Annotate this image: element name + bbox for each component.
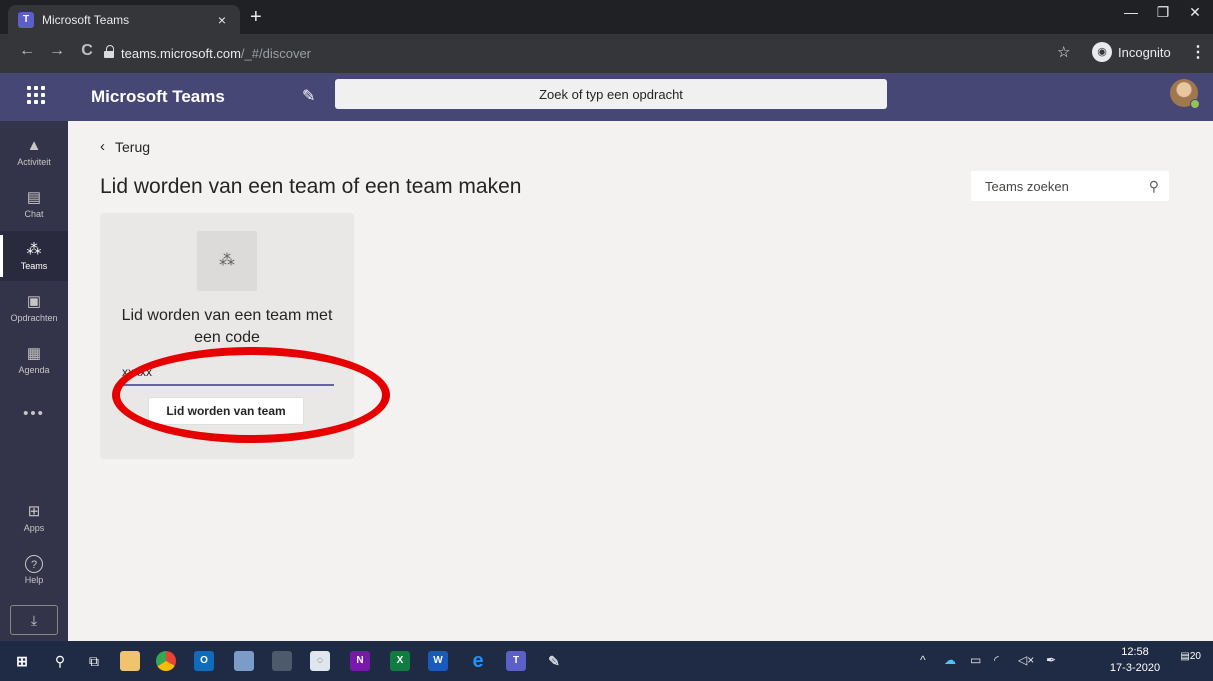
excel-icon[interactable]: X <box>390 651 410 671</box>
url-path: /_#/discover <box>240 45 312 61</box>
minimize-icon[interactable]: — <box>1116 4 1146 20</box>
windows-taskbar: ⊞ ⚲ ⧉ O ◌ N X W e T ✎ ^ ☁ ▭ ◜ ◁× ✒ 12:58… <box>0 641 1213 681</box>
browser-tab-strip: T Microsoft Teams × + — ❐ ✕ <box>0 0 1213 34</box>
notification-count: 20 <box>1189 651 1201 662</box>
calendar-app-icon[interactable] <box>234 651 254 671</box>
new-chat-icon[interactable]: ✎ <box>302 86 315 106</box>
rail-item-activity[interactable]: ▲ Activiteit <box>0 127 68 177</box>
avatar[interactable] <box>1170 79 1200 109</box>
incognito-indicator[interactable]: ◉ Incognito <box>1092 42 1171 62</box>
edge-icon[interactable]: e <box>468 651 488 671</box>
more-apps-icon[interactable]: ••• <box>0 405 68 422</box>
chrome-icon[interactable] <box>156 651 176 671</box>
volume-muted-icon[interactable]: ◁× <box>1018 653 1034 667</box>
teams-search-placeholder: Teams zoeken <box>985 178 1069 194</box>
clock-date: 17-3-2020 <box>1109 662 1161 674</box>
paint-icon[interactable]: ✎ <box>544 651 564 671</box>
back-arrow-icon[interactable]: ← <box>16 42 38 60</box>
rail-item-help[interactable]: ? Help <box>0 545 68 595</box>
presence-available-icon <box>1190 99 1200 109</box>
card-heading: Lid worden van een team met een code <box>121 307 333 346</box>
join-with-code-card: ⁂ Lid worden van een team met een code L… <box>100 213 390 459</box>
teams-header: Microsoft Teams ✎ Zoek of typ een opdrac… <box>0 73 1213 121</box>
teams-search-input[interactable]: Teams zoeken ⚲ <box>971 171 1169 201</box>
url-host: teams.microsoft.com <box>121 45 241 61</box>
rail-item-chat[interactable]: ▤ Chat <box>0 179 68 229</box>
onedrive-icon[interactable]: ☁ <box>944 653 956 667</box>
incognito-label: Incognito <box>1118 44 1171 60</box>
rail-item-label: Agenda <box>18 365 50 375</box>
taskbar-clock[interactable]: 12:58 17-3-2020 <box>1107 644 1163 676</box>
app-icon[interactable] <box>272 651 292 671</box>
bookmark-star-icon[interactable]: ☆ <box>1057 43 1070 61</box>
search-icon[interactable]: ⚲ <box>50 651 70 671</box>
assignments-icon: ▣ <box>26 293 42 310</box>
back-link[interactable]: ‹ Terug <box>100 138 150 155</box>
outlook-icon[interactable]: O <box>194 651 214 671</box>
teams-favicon-icon: T <box>18 11 34 28</box>
teams-taskbar-icon[interactable]: T <box>506 651 526 671</box>
search-icon[interactable]: ⚲ <box>1149 178 1159 195</box>
rail-item-label: Activiteit <box>17 157 51 167</box>
rail-item-apps[interactable]: ⊞ Apps <box>0 493 68 543</box>
join-team-button[interactable]: Lid worden van team <box>148 397 304 425</box>
help-icon: ? <box>25 555 43 573</box>
tab-title: Microsoft Teams <box>42 12 130 27</box>
teams-icon: ⁂ <box>26 241 42 258</box>
chat-icon: ▤ <box>26 189 42 206</box>
windows-start-icon[interactable]: ⊞ <box>12 651 32 671</box>
rail-item-label: Teams <box>20 261 48 271</box>
bell-icon: ▲ <box>26 137 42 154</box>
address-bar[interactable]: teams.microsoft.com /_#/discover <box>104 39 1054 67</box>
close-window-icon[interactable]: ✕ <box>1180 4 1210 21</box>
restore-icon[interactable]: ❐ <box>1148 4 1178 21</box>
battery-icon[interactable]: ▭ <box>970 653 981 667</box>
app-launcher-icon[interactable] <box>27 86 45 104</box>
chevron-left-icon: ‹ <box>100 138 105 155</box>
main-content: ‹ Terug Lid worden van een team of een t… <box>68 121 1213 641</box>
rail-item-label: Chat <box>24 209 44 219</box>
forward-arrow-icon[interactable]: → <box>46 42 68 60</box>
browser-menu-icon[interactable]: ⋮ <box>1190 42 1206 62</box>
rail-item-calendar[interactable]: ▦ Agenda <box>0 335 68 385</box>
download-app-icon[interactable]: ⤓ <box>10 605 58 635</box>
reload-icon[interactable]: C <box>76 42 98 60</box>
rail-item-assignments[interactable]: ▣ Opdrachten <box>0 283 68 333</box>
pen-icon[interactable]: ✒ <box>1046 653 1056 667</box>
teams-tile-icon: ⁂ <box>197 231 257 291</box>
lock-icon <box>104 45 114 58</box>
command-search-input[interactable]: Zoek of typ een opdracht <box>335 79 887 109</box>
incognito-icon: ◉ <box>1092 42 1112 62</box>
task-view-icon[interactable]: ⧉ <box>84 651 104 671</box>
app-title: Microsoft Teams <box>91 87 225 106</box>
browser-toolbar: ← → C teams.microsoft.com /_#/discover ☆… <box>0 34 1213 73</box>
rail-item-teams[interactable]: ⁂ Teams <box>0 231 68 281</box>
word-icon[interactable]: W <box>428 651 448 671</box>
file-explorer-icon[interactable] <box>120 651 140 671</box>
apps-icon: ⊞ <box>27 503 41 520</box>
back-label: Terug <box>115 138 151 155</box>
team-code-input[interactable] <box>120 362 334 386</box>
calendar-icon: ▦ <box>26 345 42 362</box>
page-title: Lid worden van een team of een team make… <box>100 175 522 198</box>
chevron-up-icon[interactable]: ^ <box>920 653 926 667</box>
wifi-icon[interactable]: ◜ <box>994 653 999 667</box>
browser-tab[interactable]: T Microsoft Teams × <box>8 5 240 34</box>
app-rail: ▲ Activiteit ▤ Chat ⁂ Teams ▣ Opdrachten… <box>0 121 68 641</box>
tab-close-icon[interactable]: × <box>214 12 230 28</box>
clock-time: 12:58 <box>1121 646 1149 658</box>
rail-item-label: Apps <box>23 523 45 533</box>
onenote-icon[interactable]: N <box>350 651 370 671</box>
rail-item-label: Help <box>24 575 44 585</box>
app-icon[interactable]: ◌ <box>310 651 330 671</box>
notifications-icon[interactable]: ▤20 <box>1177 651 1201 671</box>
new-tab-icon[interactable]: + <box>250 6 262 28</box>
rail-item-label: Opdrachten <box>10 313 58 323</box>
